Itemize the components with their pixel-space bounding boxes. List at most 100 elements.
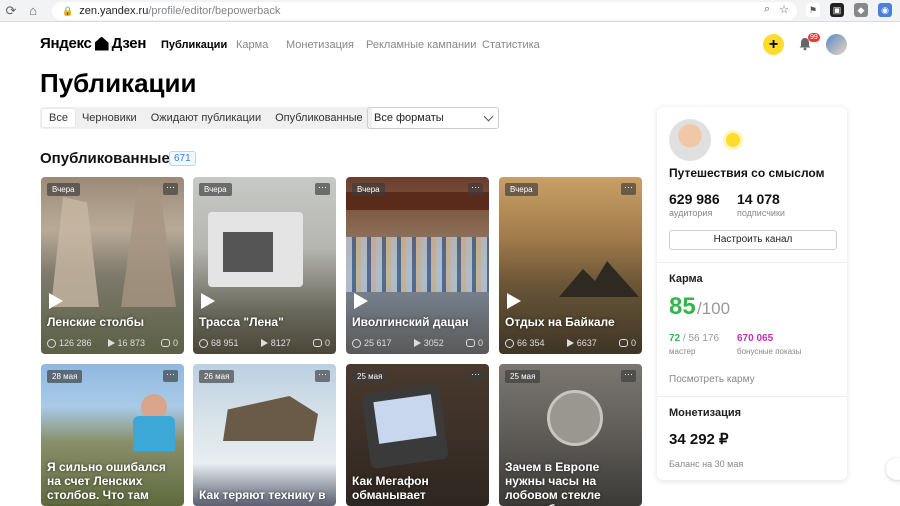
card-image-phone-screen <box>373 394 437 444</box>
home-icon[interactable]: ⌂ <box>22 0 44 22</box>
format-select[interactable]: Все форматы <box>367 107 499 129</box>
date-badge: Вчера <box>505 183 538 196</box>
configure-channel-button[interactable]: Настроить канал <box>669 230 837 250</box>
views-count: 66 354 <box>517 338 545 348</box>
publication-card[interactable]: 28 мая ··· Я сильно ошибался на счет Лен… <box>41 364 184 506</box>
video-play-icon <box>49 293 63 309</box>
tab-all[interactable]: Все <box>42 109 75 127</box>
section-title: Опубликованные <box>40 150 170 167</box>
zen-logo[interactable]: Яндекс Дзен <box>40 35 146 52</box>
extension-globe-icon[interactable]: ◉ <box>878 3 892 17</box>
create-button[interactable]: + <box>763 34 784 55</box>
publication-card[interactable]: Вчера ··· Отдых на Байкале 66 354 6637 0 <box>499 177 642 354</box>
card-title: Как теряют технику в <box>199 488 326 502</box>
card-image-vehicle <box>223 396 318 441</box>
channel-name: Путешествия со смыслом <box>669 166 825 180</box>
user-avatar[interactable] <box>826 34 847 55</box>
notification-badge: 99 <box>808 33 820 42</box>
url-path: /profile/editor/bepowerback <box>148 5 281 17</box>
bonus-label: бонусные показы <box>737 347 802 356</box>
card-image-clock <box>547 390 603 446</box>
site-header: Яндекс Дзен Публикации Карма Монетизация… <box>0 22 900 66</box>
bookmark-star-icon[interactable]: ☆ <box>779 3 789 16</box>
tab-drafts[interactable]: Черновики <box>75 109 144 127</box>
more-menu-icon[interactable]: ··· <box>468 370 483 382</box>
card-title: Отдых на Байкале <box>505 315 615 329</box>
plays-icon <box>107 339 115 347</box>
more-menu-icon[interactable]: ··· <box>315 370 330 382</box>
browser-toolbar: ⟳ ⌂ 🔒 zen.yandex.ru/profile/editor/bepow… <box>0 0 900 22</box>
plays-icon <box>566 339 574 347</box>
nav-publications[interactable]: Публикации <box>161 39 227 51</box>
date-badge: Вчера <box>47 183 80 196</box>
nav-ad-campaigns[interactable]: Рекламные кампании <box>366 39 476 51</box>
reload-icon[interactable]: ⟳ <box>0 0 22 22</box>
more-menu-icon[interactable]: ··· <box>315 183 330 195</box>
zoom-icon[interactable]: ⌕ <box>764 3 770 16</box>
extension-shield-icon[interactable]: ◆ <box>854 3 868 17</box>
bonus-impressions: 670 065 <box>737 333 774 344</box>
comments-count: 0 <box>477 338 483 348</box>
card-image-person-shirt <box>133 416 175 451</box>
views-count: 68 951 <box>211 338 239 348</box>
channel-panel: Путешествия со смыслом 629 986 аудитория… <box>657 107 847 480</box>
comments-icon <box>465 339 475 347</box>
page-title: Публикации <box>40 68 197 98</box>
view-karma-link[interactable]: Посмотреть карму <box>669 374 755 385</box>
channel-avatar[interactable] <box>669 119 711 161</box>
chevron-down-icon <box>483 111 494 122</box>
master-value: 72 <box>669 333 681 344</box>
publication-card[interactable]: Вчера ··· Иволгинский дацан 25 617 3052 … <box>346 177 489 354</box>
card-image-crowd <box>346 237 489 292</box>
video-play-icon <box>354 293 368 309</box>
more-menu-icon[interactable]: ··· <box>468 183 483 195</box>
card-title: Иволгинский дацан <box>352 315 469 329</box>
extension-app-icon[interactable]: ▣ <box>830 3 844 17</box>
nav-karma[interactable]: Карма <box>236 39 268 51</box>
card-title: Трасса "Лена" <box>199 315 284 329</box>
subscribers-count: 14 078 <box>737 191 780 207</box>
comments-count: 0 <box>172 338 178 348</box>
video-play-icon <box>507 293 521 309</box>
more-menu-icon[interactable]: ··· <box>621 370 636 382</box>
more-menu-icon[interactable]: ··· <box>163 183 178 195</box>
views-count: 126 286 <box>59 338 92 348</box>
date-badge: Вчера <box>352 183 385 196</box>
card-image-tree <box>559 261 639 297</box>
card-title: Я сильно ошибался на счет Ленских столбо… <box>47 460 166 506</box>
tab-pending[interactable]: Ожидают публикации <box>144 109 268 127</box>
comments-icon <box>618 339 628 347</box>
lock-icon: 🔒 <box>62 5 74 16</box>
card-stats: 68 951 8127 0 <box>199 338 330 348</box>
plays-icon <box>413 339 421 347</box>
publication-card[interactable]: 26 мая ··· Как теряют технику в <box>193 364 336 506</box>
address-bar[interactable]: 🔒 zen.yandex.ru/profile/editor/bepowerba… <box>52 2 797 20</box>
publication-card[interactable]: 25 мая ··· Зачем в Европе нужны часы на … <box>499 364 642 506</box>
publication-card[interactable]: Вчера ··· Ленские столбы 126 286 16 873 … <box>41 177 184 354</box>
more-menu-icon[interactable]: ··· <box>163 370 178 382</box>
monetization-amount: 34 292 ₽ <box>669 431 729 448</box>
karma-heading: Карма <box>669 273 703 285</box>
karma-value: 85 <box>669 293 696 320</box>
date-badge: 25 мая <box>505 370 541 383</box>
more-menu-icon[interactable]: ··· <box>621 183 636 195</box>
extension-flag-icon[interactable]: ⚑ <box>806 3 820 17</box>
card-stats: 25 617 3052 0 <box>352 338 483 348</box>
views-icon <box>352 338 361 348</box>
publication-card[interactable]: 25 мая ··· Как Мегафон обманывает <box>346 364 489 506</box>
plays-count: 6637 <box>576 338 597 348</box>
nav-statistics[interactable]: Статистика <box>482 39 540 51</box>
karma-max: /100 <box>697 299 731 318</box>
comments-count: 0 <box>630 338 636 348</box>
url-host: zen.yandex.ru <box>79 5 149 17</box>
date-badge: 25 мая <box>352 370 388 383</box>
format-select-value: Все форматы <box>374 112 444 124</box>
publication-card[interactable]: Вчера ··· Трасса "Лена" 68 951 8127 0 <box>193 177 336 354</box>
balance-note: Баланс на 30 мая <box>669 459 744 469</box>
divider <box>657 396 847 397</box>
nav-monetization[interactable]: Монетизация <box>286 39 354 51</box>
plays-icon <box>260 339 268 347</box>
monetization-heading: Монетизация <box>669 407 742 419</box>
chat-icon[interactable] <box>886 458 900 480</box>
tab-published[interactable]: Опубликованные <box>268 109 370 127</box>
